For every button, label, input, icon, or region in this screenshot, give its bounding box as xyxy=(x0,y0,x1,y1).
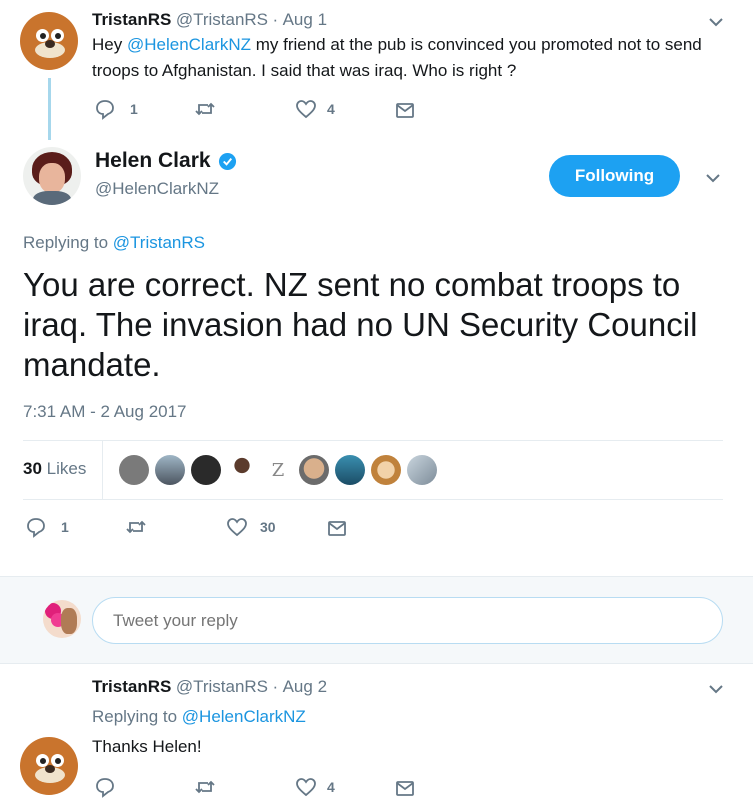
tweet1-reply-count: 1 xyxy=(130,101,138,117)
main-retweet-button[interactable] xyxy=(125,516,147,538)
tweet1-date[interactable]: Aug 1 xyxy=(283,10,327,29)
tweet1-author-handle[interactable]: @TristanRS xyxy=(176,10,268,29)
liker-avatar[interactable] xyxy=(407,455,437,485)
tweet3-like-button[interactable]: 4 xyxy=(295,776,335,798)
tweet3-dm-button[interactable] xyxy=(394,777,416,799)
tweet3-like-count: 4 xyxy=(327,779,335,795)
liker-avatar[interactable] xyxy=(335,455,365,485)
tweet3-reply-button[interactable] xyxy=(94,776,116,798)
thread-line xyxy=(48,78,51,140)
tweet1-mention-link[interactable]: @HelenClarkNZ xyxy=(127,35,251,54)
chevron-down-icon[interactable] xyxy=(707,680,725,703)
divider xyxy=(23,440,723,441)
main-replying-to-link[interactable]: @TristanRS xyxy=(113,233,205,252)
stat-divider xyxy=(102,441,103,499)
envelope-icon xyxy=(396,781,414,796)
reply-icon xyxy=(96,100,114,120)
main-like-count: 30 xyxy=(260,519,276,535)
retweet-icon xyxy=(195,102,215,116)
retweet-icon xyxy=(195,780,215,794)
chevron-down-icon[interactable] xyxy=(704,169,722,192)
tweet1-like-count: 4 xyxy=(327,101,335,117)
verified-badge-icon xyxy=(218,152,236,170)
tweet1-text: Hey @HelenClarkNZ my friend at the pub i… xyxy=(92,35,702,80)
likes-stat[interactable]: 30 Likes xyxy=(23,459,86,479)
reply-icon xyxy=(27,518,45,538)
heart-icon xyxy=(296,100,316,119)
tweet3-date[interactable]: Aug 2 xyxy=(283,677,327,696)
main-reply-count: 1 xyxy=(61,519,69,535)
reply-icon xyxy=(96,778,114,798)
main-timestamp[interactable]: 7:31 AM - 2 Aug 2017 xyxy=(23,402,187,422)
tweet3-separator: · xyxy=(272,677,279,696)
heart-icon xyxy=(227,518,247,537)
current-user-avatar[interactable] xyxy=(43,600,81,638)
liker-avatar[interactable] xyxy=(299,455,329,485)
main-dm-button[interactable] xyxy=(326,517,348,539)
tweet3-author-name[interactable]: TristanRS xyxy=(92,677,171,696)
main-replying-to: Replying to @TristanRS xyxy=(23,233,205,252)
tweet1-reply-button[interactable]: 1 xyxy=(94,98,138,120)
liker-avatar[interactable] xyxy=(227,455,257,485)
main-like-button[interactable]: 30 xyxy=(226,516,276,538)
liker-avatar[interactable] xyxy=(155,455,185,485)
liker-avatar[interactable] xyxy=(191,455,221,485)
tweet1-dm-button[interactable] xyxy=(394,99,416,121)
retweet-icon xyxy=(126,520,146,534)
main-tweet-text: You are correct. NZ sent no combat troop… xyxy=(23,266,698,383)
following-button[interactable]: Following xyxy=(549,155,680,197)
tweet1-like-button[interactable]: 4 xyxy=(295,98,335,120)
tweet1-retweet-button[interactable] xyxy=(194,98,216,120)
reply-composer xyxy=(0,576,753,664)
main-author-name[interactable]: Helen Clark xyxy=(95,149,211,173)
tweet1-author-name[interactable]: TristanRS xyxy=(92,10,171,29)
divider xyxy=(23,499,723,500)
tweet1-separator: · xyxy=(272,10,279,29)
tweet3-avatar[interactable] xyxy=(20,737,78,795)
heart-icon xyxy=(296,778,316,797)
tweet3-text: Thanks Helen! xyxy=(92,737,202,756)
main-reply-button[interactable]: 1 xyxy=(25,516,69,538)
tweet3-replying-to: Replying to @HelenClarkNZ xyxy=(92,707,306,726)
tweet3-author-handle[interactable]: @TristanRS xyxy=(176,677,268,696)
envelope-icon xyxy=(328,521,346,536)
main-author-handle[interactable]: @HelenClarkNZ xyxy=(95,179,219,199)
envelope-icon xyxy=(396,103,414,118)
tweet3-replying-to-link[interactable]: @HelenClarkNZ xyxy=(182,707,306,726)
tweet3-retweet-button[interactable] xyxy=(194,776,216,798)
liker-avatar[interactable] xyxy=(119,455,149,485)
liker-avatar[interactable]: Z xyxy=(263,455,293,485)
tweet1-avatar[interactable] xyxy=(20,12,78,70)
tweet-1[interactable]: TristanRS @TristanRS · Aug 1 Hey @HelenC… xyxy=(0,0,753,140)
reply-input[interactable] xyxy=(92,597,723,644)
helen-clark-avatar[interactable] xyxy=(23,147,81,205)
liker-avatar[interactable] xyxy=(371,455,401,485)
